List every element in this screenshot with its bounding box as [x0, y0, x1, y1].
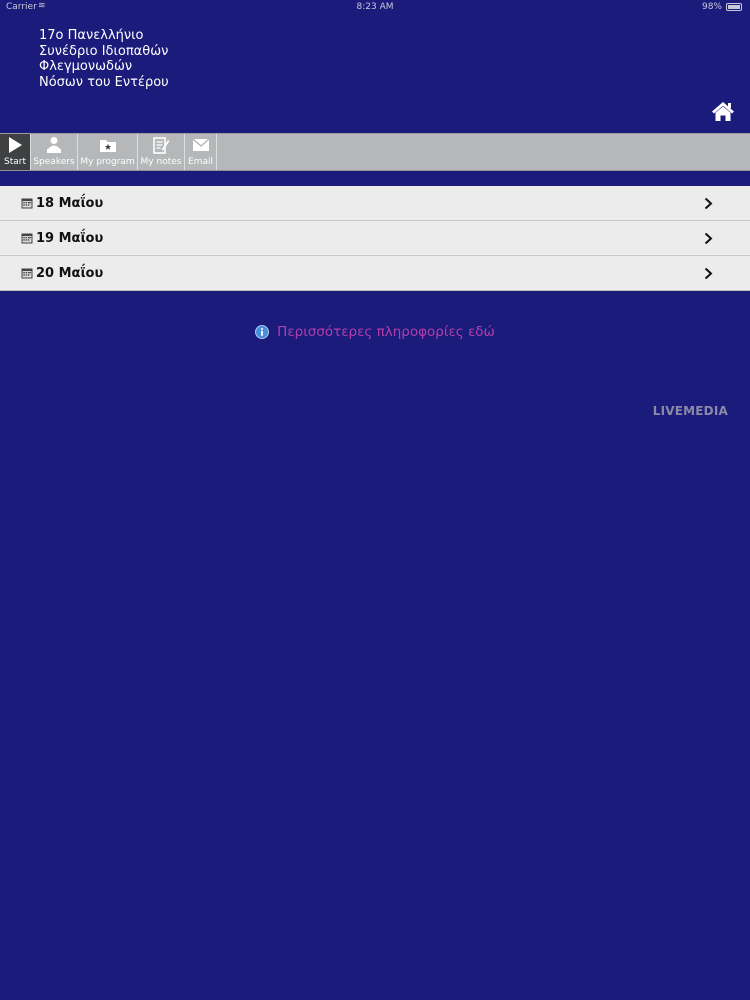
calendar-icon — [21, 268, 33, 279]
home-icon[interactable] — [711, 100, 735, 122]
brand-logo: LIVEMEDIA — [652, 404, 728, 418]
notes-icon — [153, 137, 170, 154]
day-row-18[interactable]: 18 Μαΐου — [0, 186, 750, 221]
chevron-right-icon — [704, 197, 713, 210]
day-row-19[interactable]: 19 Μαΐου — [0, 221, 750, 256]
chevron-right-icon — [704, 232, 713, 245]
play-icon — [9, 137, 22, 153]
day-row-20[interactable]: 20 Μαΐου — [0, 256, 750, 291]
battery-percent: 98% — [701, 2, 722, 12]
tab-label: Start — [4, 157, 26, 167]
day-list: 18 Μαΐου 19 Μαΐου 20 Μαΐου — [0, 186, 750, 291]
tab-speakers[interactable]: Speakers — [31, 134, 78, 170]
tab-label: My notes — [140, 157, 182, 167]
chevron-right-icon — [704, 267, 713, 280]
tab-start[interactable]: Start — [0, 134, 31, 170]
tab-email[interactable]: Email — [185, 134, 217, 170]
battery-icon — [726, 3, 742, 11]
info-icon — [255, 325, 270, 339]
folder-star-icon — [99, 140, 116, 152]
more-info-text: Περισσότερες πληροφορίες εδώ — [277, 324, 495, 340]
conference-title: 17ο Πανελλήνιο Συνέδριο Ιδιοπαθών Φλεγμο… — [39, 28, 169, 90]
tab-label: My program — [80, 157, 135, 167]
day-label: 19 Μαΐου — [36, 230, 104, 246]
tab-my-notes[interactable]: My notes — [138, 134, 185, 170]
envelope-icon — [192, 138, 209, 151]
calendar-icon — [21, 233, 33, 244]
clock-label: 8:23 AM — [356, 2, 394, 12]
day-label: 18 Μαΐου — [36, 195, 104, 211]
tab-bar: Start Speakers My program My notes Email — [0, 133, 750, 171]
speaker-icon — [47, 137, 61, 153]
tab-label: Email — [188, 157, 213, 167]
day-label: 20 Μαΐου — [36, 265, 104, 281]
calendar-icon — [21, 198, 33, 209]
tab-label: Speakers — [33, 157, 75, 167]
status-bar: Carrier ≋ 8:23 AM 98% — [0, 0, 750, 14]
more-info-link[interactable]: Περισσότερες πληροφορίες εδώ — [0, 322, 750, 342]
tab-my-program[interactable]: My program — [78, 134, 138, 170]
